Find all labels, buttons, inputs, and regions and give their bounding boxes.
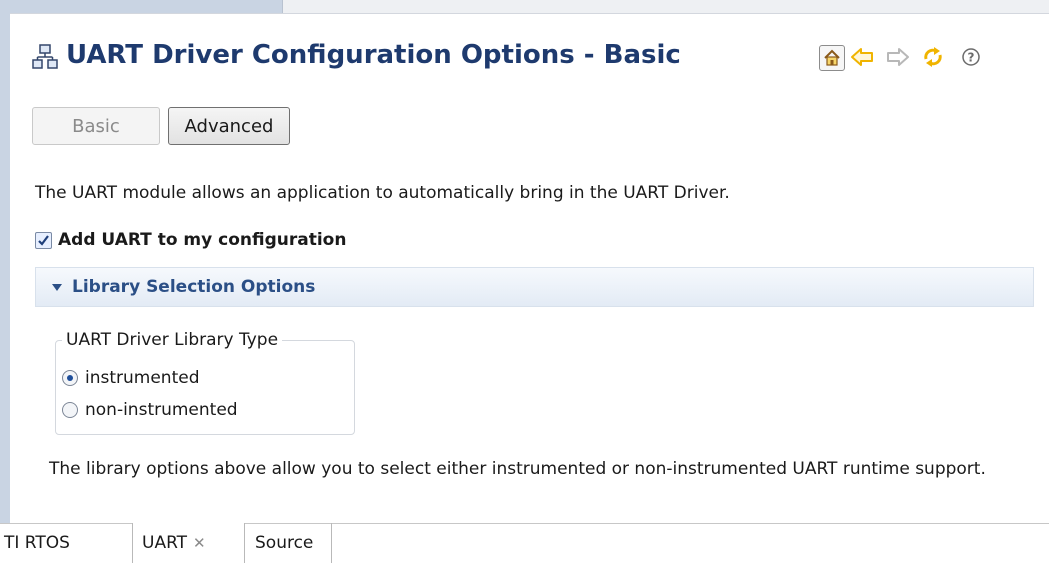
- library-selection-section-header[interactable]: Library Selection Options: [35, 267, 1034, 307]
- top-tab-strip: [10, 0, 1049, 14]
- back-button[interactable]: [849, 44, 875, 70]
- add-uart-label: Add UART to my configuration: [58, 230, 347, 250]
- home-icon: [824, 49, 840, 66]
- add-uart-row[interactable]: Add UART to my configuration: [35, 228, 346, 252]
- advanced-button[interactable]: Advanced: [168, 107, 290, 145]
- library-type-title: UART Driver Library Type: [62, 330, 283, 350]
- tab-source[interactable]: Source: [246, 523, 332, 563]
- section-title: Library Selection Options: [72, 277, 316, 297]
- tab-uart-label: UART: [142, 533, 188, 553]
- forward-button[interactable]: [885, 44, 911, 70]
- help-icon: ?: [962, 48, 980, 66]
- help-button[interactable]: ?: [958, 44, 984, 70]
- module-config-icon: [32, 44, 58, 69]
- left-panel-edge: [0, 0, 10, 523]
- basic-button[interactable]: Basic: [32, 107, 160, 145]
- tab-tirtos[interactable]: TI RTOS: [0, 523, 132, 563]
- top-strip-accent: [10, 0, 283, 13]
- refresh-button[interactable]: [920, 44, 946, 70]
- close-icon[interactable]: ✕: [193, 534, 206, 552]
- tab-uart[interactable]: UART ✕: [132, 523, 245, 563]
- home-button[interactable]: [819, 45, 845, 71]
- library-note: The library options above allow you to s…: [49, 459, 986, 479]
- radio-non-instrumented[interactable]: [62, 402, 78, 418]
- page-title: UART Driver Configuration Options - Basi…: [66, 40, 681, 70]
- svg-text:?: ?: [968, 51, 975, 65]
- add-uart-checkbox[interactable]: [35, 231, 52, 249]
- radio-non-instrumented-label: non-instrumented: [85, 400, 238, 420]
- checkmark-icon: [38, 234, 49, 246]
- module-description: The UART module allows an application to…: [35, 183, 730, 203]
- back-arrow-icon: [851, 48, 873, 66]
- refresh-icon: [924, 47, 942, 67]
- radio-instrumented-row[interactable]: instrumented: [62, 366, 200, 390]
- radio-non-instrumented-row[interactable]: non-instrumented: [62, 398, 238, 422]
- radio-instrumented-label: instrumented: [85, 368, 200, 388]
- expand-triangle-icon[interactable]: [52, 283, 62, 291]
- forward-arrow-icon: [887, 48, 909, 66]
- radio-instrumented[interactable]: [62, 370, 78, 386]
